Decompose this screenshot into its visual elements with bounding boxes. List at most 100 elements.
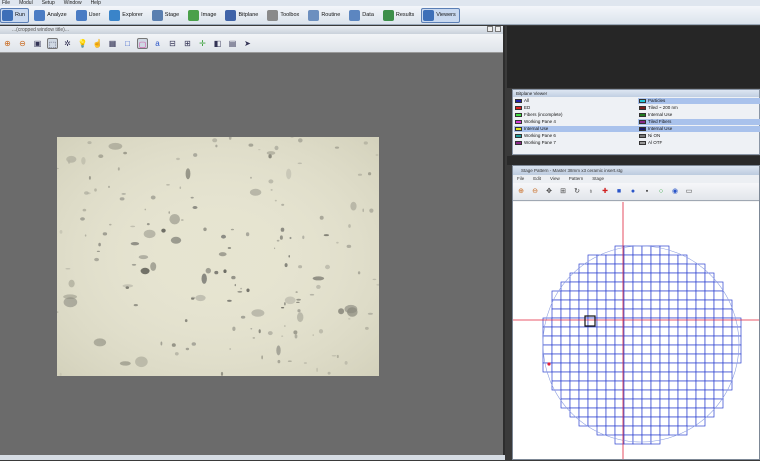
stage-tile[interactable] bbox=[659, 326, 670, 337]
micrograph-image[interactable] bbox=[57, 137, 379, 376]
stage-tile[interactable] bbox=[641, 308, 652, 319]
stage-tile[interactable] bbox=[596, 335, 607, 346]
stage-tile[interactable] bbox=[560, 380, 571, 391]
settings-icon[interactable]: ✲ bbox=[62, 38, 73, 49]
stage-tile[interactable] bbox=[731, 335, 742, 346]
bitplane-row[interactable]: Working Pane 4 bbox=[514, 119, 638, 125]
stage-tile[interactable] bbox=[587, 254, 598, 265]
stage-tile[interactable] bbox=[623, 335, 634, 346]
stage-tile[interactable] bbox=[587, 308, 598, 319]
stage-tile[interactable] bbox=[578, 344, 589, 355]
crosshair-icon[interactable]: ✛ bbox=[197, 38, 208, 49]
bitplane-row[interactable]: All bbox=[514, 98, 638, 104]
stage-tile[interactable] bbox=[623, 353, 634, 364]
toolbar-run-button[interactable]: Run bbox=[0, 7, 30, 23]
stage-tile[interactable] bbox=[677, 335, 688, 346]
stage-tile[interactable] bbox=[569, 362, 580, 373]
stage-tile[interactable] bbox=[722, 326, 733, 337]
stage-tile[interactable] bbox=[578, 362, 589, 373]
bitplane-row[interactable]: Tiled Fibers bbox=[638, 119, 760, 125]
stage-tile[interactable] bbox=[659, 353, 670, 364]
stage-tile[interactable] bbox=[641, 281, 652, 292]
stage-tile[interactable] bbox=[605, 263, 616, 274]
stage-tile[interactable] bbox=[677, 389, 688, 400]
stage-tile[interactable] bbox=[587, 398, 598, 409]
stage-tile[interactable] bbox=[569, 344, 580, 355]
stage-tile[interactable] bbox=[551, 353, 562, 364]
stage-tile[interactable] bbox=[596, 371, 607, 382]
stage-tile[interactable] bbox=[677, 344, 688, 355]
stage-tile[interactable] bbox=[632, 344, 643, 355]
stage-tile[interactable] bbox=[605, 344, 616, 355]
stage-tile[interactable] bbox=[677, 416, 688, 427]
crop-icon[interactable]: ⊞ bbox=[182, 38, 193, 49]
stage-tile[interactable] bbox=[623, 371, 634, 382]
stage-tile[interactable] bbox=[605, 371, 616, 382]
bitplane-row[interactable]: Tiled ~ 200 nm bbox=[638, 105, 760, 111]
stage-tile[interactable] bbox=[731, 344, 742, 355]
stage-tile[interactable] bbox=[641, 263, 652, 274]
stage-tile[interactable] bbox=[632, 416, 643, 427]
stage-tile[interactable] bbox=[650, 362, 661, 373]
bitplane-row[interactable]: Internal Use bbox=[638, 112, 760, 118]
stage-tile[interactable] bbox=[605, 362, 616, 373]
stage-tile[interactable] bbox=[605, 308, 616, 319]
stage-tile[interactable] bbox=[596, 380, 607, 391]
stage-tile[interactable] bbox=[650, 308, 661, 319]
stage-tile[interactable] bbox=[650, 416, 661, 427]
stage-tile[interactable] bbox=[686, 371, 697, 382]
stage-tile[interactable] bbox=[632, 281, 643, 292]
toolbar-toolbox-button[interactable]: Toolbox bbox=[265, 8, 303, 23]
stage-tile[interactable] bbox=[587, 362, 598, 373]
stage-tile[interactable] bbox=[632, 299, 643, 310]
stage-tile[interactable] bbox=[686, 344, 697, 355]
stage-tile[interactable] bbox=[659, 389, 670, 400]
stage-tile[interactable] bbox=[641, 425, 652, 436]
stage-tile[interactable] bbox=[677, 326, 688, 337]
maximize-button[interactable] bbox=[495, 26, 501, 32]
stage-tile[interactable] bbox=[578, 353, 589, 364]
stage-tile[interactable] bbox=[704, 353, 715, 364]
stage-tile[interactable] bbox=[668, 308, 679, 319]
stage-tile[interactable] bbox=[722, 317, 733, 328]
stage-pattern-canvas[interactable] bbox=[513, 202, 759, 459]
stage-tile[interactable] bbox=[650, 281, 661, 292]
stage-tile[interactable] bbox=[731, 353, 742, 364]
stage-tile[interactable] bbox=[641, 398, 652, 409]
stage-tile[interactable] bbox=[713, 344, 724, 355]
stage-tile[interactable] bbox=[623, 254, 634, 265]
stage-tile[interactable] bbox=[722, 308, 733, 319]
stage-tile[interactable] bbox=[677, 290, 688, 301]
stage-tile[interactable] bbox=[641, 416, 652, 427]
stage-tile[interactable] bbox=[560, 335, 571, 346]
text-label-icon[interactable]: a bbox=[152, 38, 163, 49]
zoom-out-icon[interactable]: ⊖ bbox=[17, 38, 28, 49]
stage-tile[interactable] bbox=[587, 281, 598, 292]
stage-tile[interactable] bbox=[596, 299, 607, 310]
stage-tile[interactable] bbox=[632, 407, 643, 418]
stage-tile[interactable] bbox=[686, 380, 697, 391]
toolbar-image-button[interactable]: Image bbox=[186, 8, 220, 23]
stage-tile[interactable] bbox=[641, 344, 652, 355]
stage-tile[interactable] bbox=[695, 407, 706, 418]
stage-tile[interactable] bbox=[587, 272, 598, 283]
stage-tile[interactable] bbox=[695, 335, 706, 346]
stage-tile[interactable] bbox=[686, 299, 697, 310]
stage-tile[interactable] bbox=[650, 353, 661, 364]
stage-tile[interactable] bbox=[569, 335, 580, 346]
stage-tile[interactable] bbox=[659, 272, 670, 283]
grid-icon[interactable]: ⊞ bbox=[558, 187, 568, 197]
stage-tile[interactable] bbox=[686, 263, 697, 274]
toolbar-user-button[interactable]: User bbox=[74, 8, 105, 23]
rect-pink-icon[interactable]: ▢ bbox=[137, 37, 148, 49]
stage-tile[interactable] bbox=[542, 317, 553, 328]
stage-tile[interactable] bbox=[632, 272, 643, 283]
stage-tile[interactable] bbox=[632, 245, 643, 256]
stage-tile[interactable] bbox=[578, 416, 589, 427]
stage-tile[interactable] bbox=[641, 272, 652, 283]
zoom-in-icon[interactable]: ⊕ bbox=[2, 38, 13, 49]
stage-tile[interactable] bbox=[722, 344, 733, 355]
toolbar-analyze-button[interactable]: Analyze bbox=[32, 8, 71, 23]
stage-tile[interactable] bbox=[605, 272, 616, 283]
stage-tile[interactable] bbox=[641, 299, 652, 310]
